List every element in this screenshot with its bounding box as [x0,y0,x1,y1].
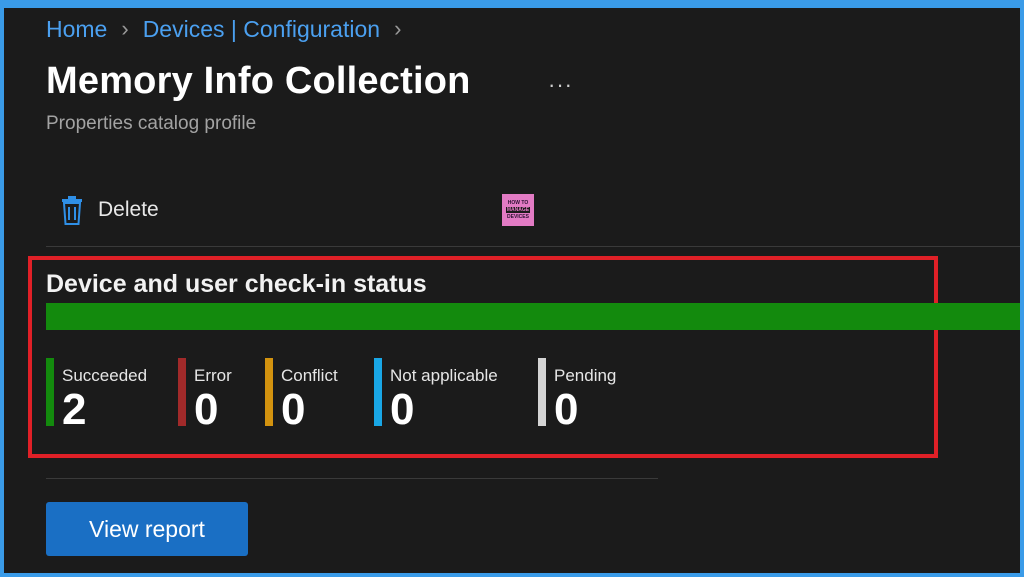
status-color-bar [178,358,186,426]
divider [46,246,1020,247]
status-count: 0 [390,385,415,434]
checkin-status-title: Device and user check-in status [46,270,427,298]
status-count: 2 [62,385,87,434]
breadcrumb-devices-configuration[interactable]: Devices | Configuration [143,16,380,43]
delete-button-label: Delete [98,198,159,221]
logo-text-bottom: DEVICES [507,214,529,220]
status-error[interactable]: Error 0 [178,358,232,440]
status-not-applicable[interactable]: Not applicable 0 [374,358,498,440]
status-succeeded[interactable]: Succeeded 2 [46,358,147,440]
progress-fill-succeeded [46,303,1020,330]
app-frame: Home › Devices | Configuration › Memory … [4,8,1020,573]
status-label: Not applicable [390,366,498,385]
page-subtitle: Properties catalog profile [46,113,257,134]
status-color-bar [46,358,54,426]
breadcrumb-home[interactable]: Home [46,16,107,43]
status-pending[interactable]: Pending 0 [538,358,616,440]
status-color-bar [265,358,273,426]
brand-logo: HOW TO MANAGE DEVICES [502,194,534,226]
chevron-right-icon: › [121,16,129,41]
checkin-progress-bar [46,303,1020,330]
divider [46,478,658,479]
breadcrumb: Home › Devices | Configuration › [46,12,401,46]
chevron-right-icon: › [394,16,402,41]
status-conflict[interactable]: Conflict 0 [265,358,338,440]
status-label: Succeeded [62,366,148,385]
status-count: 0 [554,385,579,434]
page-title: Memory Info Collection [46,60,471,102]
status-color-bar [538,358,546,426]
view-report-button[interactable]: View report [46,502,248,556]
status-label: Error [194,366,232,385]
status-label: Conflict [281,366,338,385]
status-count: 0 [194,385,219,434]
logo-text-top: HOW TO [507,200,529,206]
ellipsis-icon[interactable]: ··· [548,72,573,98]
trash-icon [62,196,82,225]
status-count: 0 [281,385,306,434]
status-label: Pending [554,366,617,385]
status-color-bar [374,358,382,426]
logo-text-mid: MANAGE [505,207,531,213]
delete-button[interactable]: Delete [60,192,159,228]
